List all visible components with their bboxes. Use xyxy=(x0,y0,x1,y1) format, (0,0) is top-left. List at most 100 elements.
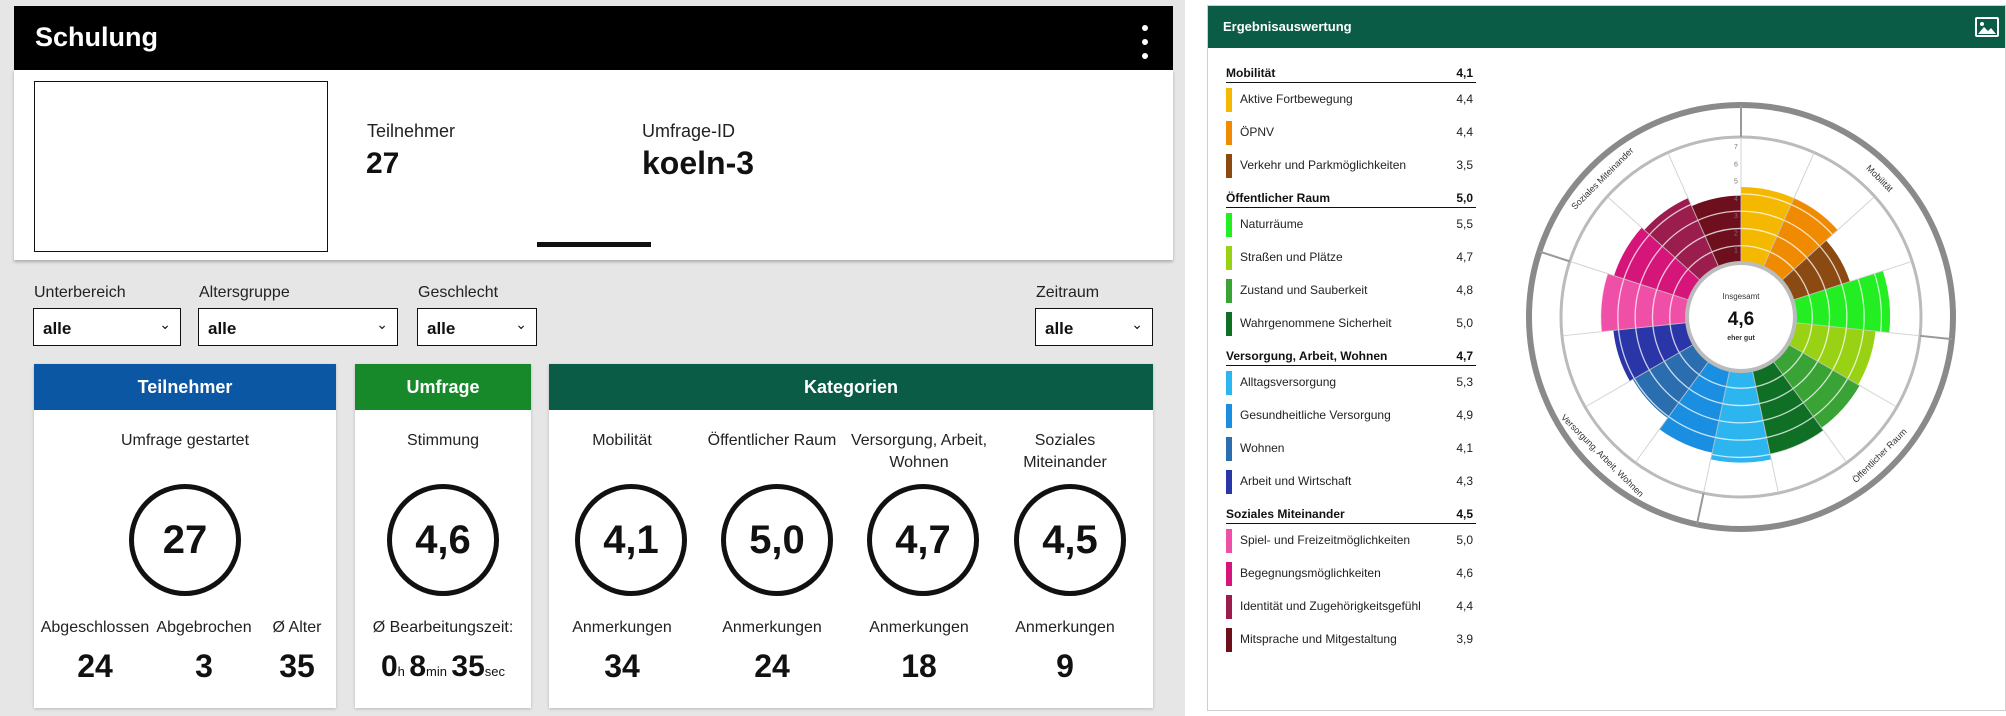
legend-item-value: 5,5 xyxy=(1456,217,1473,231)
legend-item-name: Wohnen xyxy=(1240,441,1285,455)
chevron-down-icon: ⌄ xyxy=(159,316,171,332)
mood-value: 4,6 xyxy=(387,484,499,596)
notes-label: Anmerkungen xyxy=(722,619,822,636)
legend-item-name: Begegnungsmöglichkeiten xyxy=(1240,566,1381,580)
age-value: 35 xyxy=(279,648,315,684)
scale-tick-label: 4 xyxy=(1734,196,1738,203)
category-mobilitaet-notes: 34 xyxy=(604,648,640,684)
geschlecht-label: Geschlecht xyxy=(418,284,499,301)
legend-item: Verkehr und Parkmöglichkeiten 3,5 xyxy=(1226,149,1476,182)
legend-item: Naturräume 5,5 xyxy=(1226,208,1476,241)
minutes-unit: min xyxy=(426,664,447,679)
category-soziales-notes: 9 xyxy=(1056,648,1074,684)
image-placeholder xyxy=(34,81,328,252)
geschlecht-value: alle xyxy=(427,319,456,338)
unterbereich-select[interactable]: alle ⌄ xyxy=(33,308,181,346)
scale-tick-label: 6 xyxy=(1734,161,1738,168)
legend-group-value: 4,1 xyxy=(1456,66,1473,80)
legend-item-name: Zustand und Sauberkeit xyxy=(1240,283,1368,297)
processing-time-value: 0h 8min 35sec xyxy=(355,650,531,684)
category-mobilitaet-label: Mobilität xyxy=(592,432,652,449)
scale-tick-label: 1 xyxy=(1734,248,1738,255)
legend-item-name: Arbeit und Wirtschaft xyxy=(1240,474,1352,488)
category-soziales-label-line1: Soziales xyxy=(1034,432,1096,449)
category-soziales-label: Soziales Miteinander xyxy=(992,430,1138,474)
legend-item-value: 4,1 xyxy=(1456,441,1473,455)
survey-id-value: koeln-3 xyxy=(642,145,755,181)
legend-swatch xyxy=(1226,154,1232,178)
legend-group-value: 4,5 xyxy=(1456,507,1473,521)
tab-indicator xyxy=(537,242,651,247)
legend-item-value: 4,4 xyxy=(1456,599,1473,613)
participants-label: Teilnehmer xyxy=(367,121,456,141)
legend-item-value: 3,5 xyxy=(1456,158,1473,172)
center-label: Insgesamt xyxy=(1723,292,1761,301)
results-legend: Mobilität 4,1 Aktive Fortbewegung 4,4 ÖPNV… xyxy=(1226,63,1476,656)
center-rating: eher gut xyxy=(1727,335,1755,342)
zeitraum-value: alle xyxy=(1045,319,1074,338)
scale-tick-label: 5 xyxy=(1734,179,1738,186)
more-menu-icon[interactable] xyxy=(1141,25,1149,59)
aborted-value: 3 xyxy=(195,648,213,684)
legend-swatch xyxy=(1226,437,1232,461)
legend-group-name: Soziales Miteinander xyxy=(1226,507,1345,521)
chevron-down-icon: ⌄ xyxy=(515,316,527,332)
notes-label: Anmerkungen xyxy=(1015,619,1115,636)
legend-item-name: Mitsprache und Mitgestaltung xyxy=(1240,632,1397,646)
altersgruppe-select[interactable]: alle ⌄ xyxy=(198,308,398,346)
page-title: Schulung xyxy=(35,22,158,52)
legend-item-value: 4,8 xyxy=(1456,283,1473,297)
age-label: Ø Alter xyxy=(272,619,322,636)
legend-swatch xyxy=(1226,595,1232,619)
chevron-down-icon: ⌄ xyxy=(1131,316,1143,332)
image-export-icon[interactable] xyxy=(1975,17,1999,37)
results-panel: Ergebnisauswertung Mobilität 4,1 Aktive F… xyxy=(1207,5,2006,711)
legend-item-name: Identität und Zugehörigkeitsgefühl xyxy=(1240,599,1421,613)
legend-item: Zustand und Sauberkeit 4,8 xyxy=(1226,274,1476,307)
category-versorgung-notes: 18 xyxy=(901,648,937,684)
legend-item-name: Spiel- und Freizeitmöglichkeiten xyxy=(1240,533,1411,547)
legend-item: Spiel- und Freizeitmöglichkeiten 5,0 xyxy=(1226,524,1476,557)
legend-item-value: 4,4 xyxy=(1456,92,1473,106)
zeitraum-select[interactable]: alle ⌄ xyxy=(1035,308,1153,346)
geschlecht-select[interactable]: alle ⌄ xyxy=(417,308,537,346)
started-value: 27 xyxy=(129,484,241,596)
teilnehmer-card: Teilnehmer Umfrage gestartet 27 Abgeschl… xyxy=(34,364,336,708)
legend-item: Alltagsversorgung 5,3 xyxy=(1226,366,1476,399)
legend-swatch xyxy=(1226,404,1232,428)
category-soziales-value: 4,5 xyxy=(1014,484,1126,596)
legend-swatch xyxy=(1226,371,1232,395)
center-value: 4,6 xyxy=(1728,309,1754,330)
legend-item: ÖPNV 4,4 xyxy=(1226,116,1476,149)
legend-swatch xyxy=(1226,470,1232,494)
legend-swatch xyxy=(1226,246,1232,270)
legend-group-name: Mobilität xyxy=(1226,66,1276,80)
category-versorgung-value: 4,7 xyxy=(867,484,979,596)
unterbereich-label: Unterbereich xyxy=(34,284,126,301)
legend-swatch xyxy=(1226,529,1232,553)
legend-item: Arbeit und Wirtschaft 4,3 xyxy=(1226,465,1476,498)
unterbereich-value: alle xyxy=(43,319,72,338)
umfrage-card-title: Umfrage xyxy=(355,364,531,410)
aborted-label: Abgebrochen xyxy=(156,619,252,636)
completed-value: 24 xyxy=(77,648,113,684)
legend-group: Soziales Miteinander 4,5 xyxy=(1226,504,1476,524)
kategorien-card-title: Kategorien xyxy=(549,364,1153,410)
completed-label: Abgeschlossen xyxy=(40,619,150,636)
legend-group: Öffentlicher Raum 5,0 xyxy=(1226,188,1476,208)
chevron-down-icon: ⌄ xyxy=(376,316,388,332)
legend-item-value: 4,6 xyxy=(1456,566,1473,580)
legend-group: Mobilität 4,1 xyxy=(1226,63,1476,83)
legend-item-name: Gesundheitliche Versorgung xyxy=(1240,408,1391,422)
legend-swatch xyxy=(1226,279,1232,303)
survey-id-label: Umfrage-ID xyxy=(642,121,736,141)
started-label: Umfrage gestartet xyxy=(120,432,250,449)
legend-item-value: 4,7 xyxy=(1456,250,1473,264)
legend-item-name: Alltagsversorgung xyxy=(1240,375,1337,389)
category-soziales-label-line2: Miteinander xyxy=(1023,454,1107,471)
category-oeffentlicher-raum-label: Öffentlicher Raum xyxy=(707,432,837,449)
scale-tick-label: 7 xyxy=(1734,144,1738,151)
legend-item-name: Verkehr und Parkmöglichkeiten xyxy=(1240,158,1407,172)
legend-swatch xyxy=(1226,312,1232,336)
scale-tick-label: 3 xyxy=(1734,213,1738,220)
